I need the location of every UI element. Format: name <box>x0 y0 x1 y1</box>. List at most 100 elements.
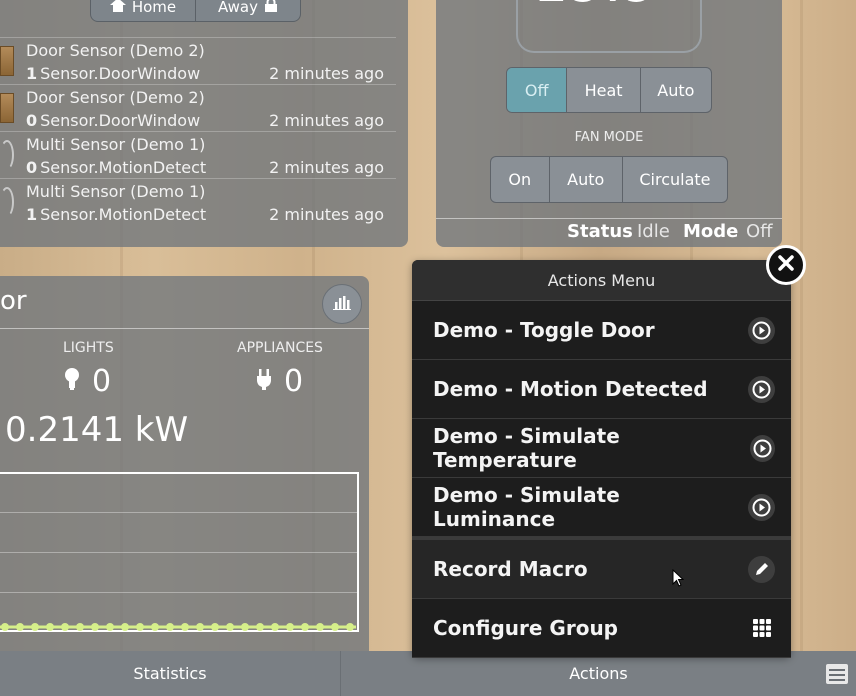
home-button[interactable]: Home <box>91 0 195 21</box>
pencil-icon <box>748 555 775 583</box>
thermostat-panel: 19.9° Off Heat Auto FAN MODE On Auto Cir… <box>436 0 782 247</box>
mouse-cursor-icon <box>672 568 685 591</box>
event-time: 2 minutes ago <box>269 205 384 224</box>
appliances-label: APPLIANCES <box>237 340 323 356</box>
statistics-button[interactable] <box>322 284 362 324</box>
power-data-point <box>31 623 39 631</box>
status-label: Status <box>567 221 633 242</box>
action-simulate-temperature[interactable]: Demo - Simulate Temperature <box>412 419 791 478</box>
mode-label: Mode <box>683 221 739 242</box>
action-label: Configure Group <box>433 616 618 640</box>
door-sensor-icon <box>0 46 14 76</box>
event-value: 1 Sensor.DoorWindow <box>26 64 200 83</box>
power-data-point <box>91 623 99 631</box>
action-label: Demo - Toggle Door <box>433 318 655 342</box>
power-data-point <box>1 623 9 631</box>
temperature-display: 19.9° <box>516 0 702 53</box>
power-data-point <box>106 623 114 631</box>
power-data-point <box>271 623 279 631</box>
lock-icon <box>264 0 278 16</box>
power-data-point <box>166 623 174 631</box>
event-row: Multi Sensor (Demo 1) 1 Sensor.MotionDete… <box>0 178 396 225</box>
event-time: 2 minutes ago <box>269 64 384 83</box>
appliances-count: 0 <box>256 364 303 399</box>
power-chart-plot <box>0 623 356 631</box>
play-icon <box>748 316 775 344</box>
title-divider <box>0 328 369 329</box>
power-chart <box>0 472 359 632</box>
fan-mode-on[interactable]: On <box>491 157 549 202</box>
panel-title: or <box>0 286 27 316</box>
door-sensor-icon <box>0 93 14 123</box>
power-data-point <box>136 623 144 631</box>
event-time: 2 minutes ago <box>269 158 384 177</box>
action-label: Demo - Motion Detected <box>433 377 708 401</box>
hvac-mode-auto[interactable]: Auto <box>639 68 711 112</box>
play-icon <box>749 434 775 462</box>
event-value: 0 Sensor.DoorWindow <box>26 111 200 130</box>
event-value: 1 Sensor.MotionDetect <box>26 205 206 224</box>
event-value-number: 0 <box>26 158 38 177</box>
power-data-point <box>196 623 204 631</box>
action-label: Demo - Simulate Luminance <box>433 483 620 531</box>
power-data-point <box>241 623 249 631</box>
motion-sensor-icon <box>0 187 14 217</box>
list-menu-icon[interactable] <box>826 664 848 684</box>
record-macro-item[interactable]: Record Macro <box>412 540 791 599</box>
appliances-count-value: 0 <box>284 364 304 399</box>
event-name: Multi Sensor (Demo 1) <box>26 182 206 201</box>
play-icon <box>748 375 775 403</box>
bulb-icon <box>64 364 80 399</box>
power-reading: 0.2141 kW <box>5 410 189 450</box>
away-button[interactable]: Away <box>195 0 300 21</box>
play-icon <box>748 493 775 521</box>
event-value-number: 1 <box>26 64 38 83</box>
actions-menu-header: Actions Menu <box>412 260 791 301</box>
power-data-point <box>16 623 24 631</box>
action-motion-detected[interactable]: Demo - Motion Detected <box>412 360 791 419</box>
event-value: 0 Sensor.MotionDetect <box>26 158 206 177</box>
power-data-point <box>286 623 294 631</box>
action-label: Record Macro <box>433 557 588 581</box>
event-type: Sensor.MotionDetect <box>40 205 207 224</box>
hvac-mode-off[interactable]: Off <box>507 68 567 112</box>
home-label: Home <box>131 0 177 16</box>
power-data-point <box>256 623 264 631</box>
action-simulate-luminance[interactable]: Demo - Simulate Luminance <box>412 478 791 537</box>
bar-chart-icon <box>332 294 352 314</box>
action-label: Demo - Simulate Temperature <box>433 424 620 472</box>
grid-icon <box>748 615 775 642</box>
fan-mode-circulate[interactable]: Circulate <box>621 157 727 202</box>
events-panel: Home Away Door Sensor (Demo 2) 1 Sensor.D… <box>0 0 408 247</box>
action-toggle-door[interactable]: Demo - Toggle Door <box>412 301 791 360</box>
event-row: Door Sensor (Demo 2) 0 Sensor.DoorWindow … <box>0 84 396 131</box>
event-name: Door Sensor (Demo 2) <box>26 88 205 107</box>
home-away-toggle[interactable]: Home Away <box>90 0 301 22</box>
lights-count: 0 <box>64 364 111 399</box>
temperature-value: 19.9° <box>518 0 700 15</box>
event-type: Sensor.MotionDetect <box>40 158 207 177</box>
thermostat-status-bar: Status Idle Mode Off <box>436 218 782 247</box>
hvac-mode-heat[interactable]: Heat <box>566 68 639 112</box>
power-data-point <box>346 623 354 631</box>
event-time: 2 minutes ago <box>269 111 384 130</box>
event-name: Multi Sensor (Demo 1) <box>26 135 206 154</box>
power-data-point <box>46 623 54 631</box>
event-value-number: 1 <box>26 205 38 224</box>
event-value-number: 0 <box>26 111 38 130</box>
power-data-point <box>301 623 309 631</box>
home-icon <box>109 0 126 16</box>
configure-group-item[interactable]: Configure Group <box>412 599 791 658</box>
energy-monitor-panel: or LIGHTS 0 APPLIANCES 0 0.2141 kW <box>0 276 369 666</box>
motion-sensor-icon <box>0 140 14 170</box>
plug-icon <box>256 364 272 399</box>
fan-mode-auto[interactable]: Auto <box>548 157 622 202</box>
power-data-point <box>151 623 159 631</box>
event-row: Door Sensor (Demo 2) 1 Sensor.DoorWindow … <box>0 37 396 84</box>
status-value: Idle <box>637 221 670 242</box>
power-data-point <box>76 623 84 631</box>
close-button[interactable] <box>766 245 806 285</box>
event-row: Multi Sensor (Demo 1) 0 Sensor.MotionDete… <box>0 131 396 178</box>
tab-statistics[interactable]: Statistics <box>0 651 341 696</box>
fan-mode-selector: On Auto Circulate <box>490 156 728 203</box>
